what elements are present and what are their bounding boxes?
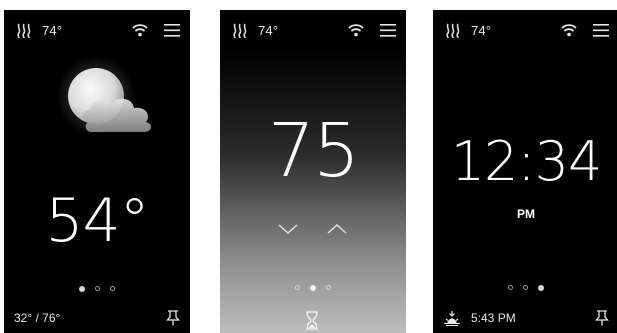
page-dot-active[interactable] bbox=[538, 284, 544, 291]
chevron-up-icon[interactable] bbox=[326, 222, 348, 236]
heat-icon bbox=[233, 23, 247, 39]
current-temperature: 74° bbox=[258, 23, 279, 38]
hourglass-icon[interactable] bbox=[305, 311, 319, 330]
wifi-icon bbox=[348, 24, 364, 37]
status-bar: 74° bbox=[220, 20, 406, 42]
page-dot[interactable] bbox=[508, 285, 513, 291]
status-bar: 74° bbox=[4, 20, 190, 42]
current-temperature: 74° bbox=[42, 23, 63, 38]
page-dot[interactable] bbox=[326, 285, 331, 291]
menu-icon[interactable] bbox=[593, 24, 609, 37]
pin-icon[interactable] bbox=[595, 310, 609, 326]
temperature-range: 32° / 76° bbox=[14, 311, 61, 325]
wifi-icon bbox=[132, 24, 148, 37]
sunset-icon bbox=[444, 311, 460, 326]
heat-icon bbox=[446, 23, 460, 39]
wifi-icon bbox=[561, 24, 577, 37]
clock-time: 12:34 bbox=[450, 130, 603, 193]
page-indicator bbox=[433, 279, 617, 291]
page-dot[interactable] bbox=[523, 285, 528, 291]
clock-meridiem: PM bbox=[517, 207, 535, 221]
page-dot[interactable] bbox=[95, 286, 100, 292]
page-dot-active[interactable] bbox=[310, 284, 316, 291]
weather-screen: 74° 54° 32° / 76° bbox=[4, 10, 190, 333]
page-indicator bbox=[4, 280, 190, 292]
page-dot-active[interactable] bbox=[79, 285, 85, 292]
clock-screen: 74° 12:34 PM 5:43 PM bbox=[433, 10, 617, 333]
moon-behind-cloud-icon bbox=[56, 56, 152, 136]
status-bar: 74° bbox=[433, 20, 617, 42]
menu-icon[interactable] bbox=[380, 24, 396, 37]
menu-icon[interactable] bbox=[164, 24, 180, 37]
setpoint-temperature: 75 bbox=[267, 108, 360, 194]
current-temperature: 74° bbox=[471, 23, 492, 38]
sunset-time: 5:43 PM bbox=[471, 311, 516, 325]
heat-icon bbox=[17, 23, 31, 39]
outdoor-temperature: 54° bbox=[45, 186, 149, 256]
page-indicator bbox=[220, 279, 406, 291]
page-dot[interactable] bbox=[110, 286, 115, 292]
chevron-down-icon[interactable] bbox=[277, 222, 299, 236]
pin-icon[interactable] bbox=[166, 310, 180, 326]
page-dot[interactable] bbox=[295, 285, 300, 291]
setpoint-screen: 74° 75 bbox=[220, 10, 406, 333]
